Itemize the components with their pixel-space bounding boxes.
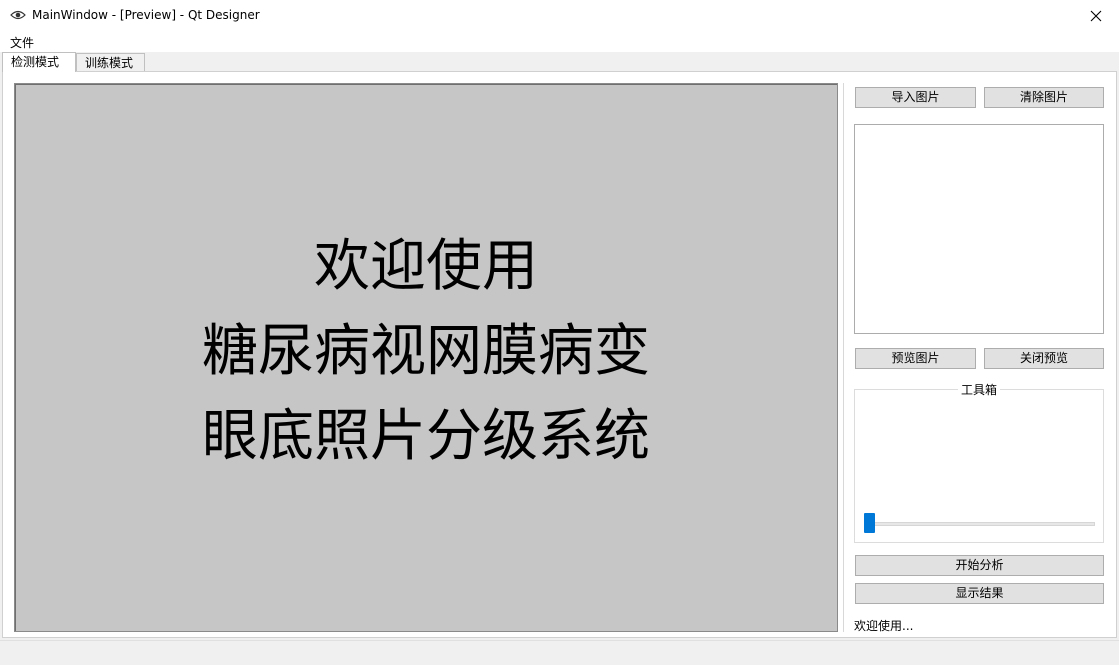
image-display: 欢迎使用 糖尿病视网膜病变 眼底照片分级系统 <box>14 83 838 632</box>
eye-icon <box>10 10 26 20</box>
status-bar <box>0 640 1119 665</box>
window-title: MainWindow - [Preview] - Qt Designer <box>32 8 260 22</box>
tab-bar: 检测模式 训练模式 <box>0 52 1119 72</box>
close-preview-button[interactable]: 关闭预览 <box>984 348 1104 369</box>
tab-train-mode[interactable]: 训练模式 <box>76 53 145 71</box>
menu-bar: 文件 <box>0 31 1119 52</box>
image-list[interactable] <box>854 124 1104 334</box>
status-label: 欢迎使用... <box>854 619 914 633</box>
panel-divider <box>843 83 844 632</box>
toolbox-group: 工具箱 <box>854 383 1104 543</box>
welcome-line-3: 眼底照片分级系统 <box>202 404 650 469</box>
toolbox-title: 工具箱 <box>957 383 1000 397</box>
slider-track[interactable] <box>865 522 1095 526</box>
preview-image-button[interactable]: 预览图片 <box>855 348 976 369</box>
show-result-button[interactable]: 显示结果 <box>855 583 1104 604</box>
close-button[interactable] <box>1073 0 1119 31</box>
tab-detect-mode[interactable]: 检测模式 <box>2 52 76 72</box>
close-icon <box>1090 10 1102 21</box>
slider-handle[interactable] <box>864 513 875 533</box>
welcome-line-1: 欢迎使用 <box>314 234 538 299</box>
start-analysis-button[interactable]: 开始分析 <box>855 555 1104 576</box>
clear-image-button[interactable]: 清除图片 <box>984 87 1104 108</box>
title-bar: MainWindow - [Preview] - Qt Designer <box>0 0 1119 32</box>
welcome-message: 欢迎使用 糖尿病视网膜病变 眼底照片分级系统 <box>15 224 837 479</box>
import-image-button[interactable]: 导入图片 <box>855 87 976 108</box>
welcome-line-2: 糖尿病视网膜病变 <box>202 319 650 384</box>
menu-file[interactable]: 文件 <box>10 34 34 51</box>
